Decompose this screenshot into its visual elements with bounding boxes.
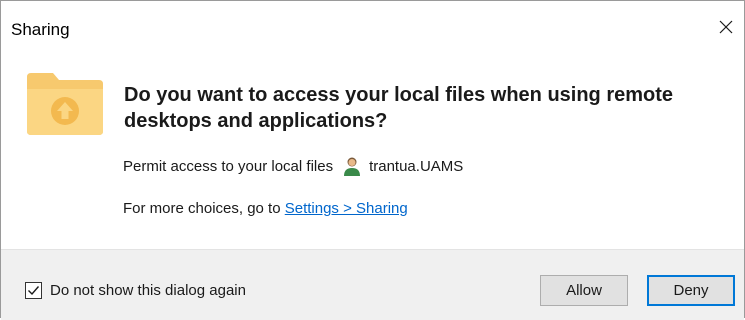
- close-button[interactable]: [708, 9, 744, 45]
- folder-upload-icon: [27, 73, 103, 135]
- dont-show-again-checkbox-row[interactable]: Do not show this dialog again: [25, 282, 246, 299]
- dialog-heading: Do you want to access your local files w…: [124, 84, 674, 132]
- dialog-footer: Do not show this dialog again Allow Deny: [1, 249, 744, 320]
- dialog-title: Sharing: [11, 20, 70, 39]
- allow-button[interactable]: Allow: [540, 275, 628, 306]
- deny-button[interactable]: Deny: [647, 275, 735, 306]
- more-choices-row: For more choices, go to Settings > Shari…: [123, 200, 408, 217]
- permit-text: Permit access to your local files: [123, 157, 334, 175]
- title-bar: Sharing: [1, 1, 744, 49]
- dialog-content: Do you want to access your local files w…: [1, 49, 744, 249]
- close-icon: [719, 20, 733, 34]
- user-name: trantua.UAMS: [369, 157, 464, 175]
- dont-show-again-checkbox[interactable]: [25, 282, 42, 299]
- settings-sharing-link[interactable]: Settings > Sharing: [285, 200, 408, 217]
- dont-show-again-label: Do not show this dialog again: [50, 282, 246, 299]
- permit-row: Permit access to your local files trantu…: [123, 156, 463, 176]
- checkmark-icon: [28, 286, 40, 296]
- more-choices-text: For more choices, go to: [123, 200, 285, 217]
- user-icon: [344, 157, 361, 176]
- sharing-dialog: Sharing Do you want to access your local…: [0, 0, 745, 320]
